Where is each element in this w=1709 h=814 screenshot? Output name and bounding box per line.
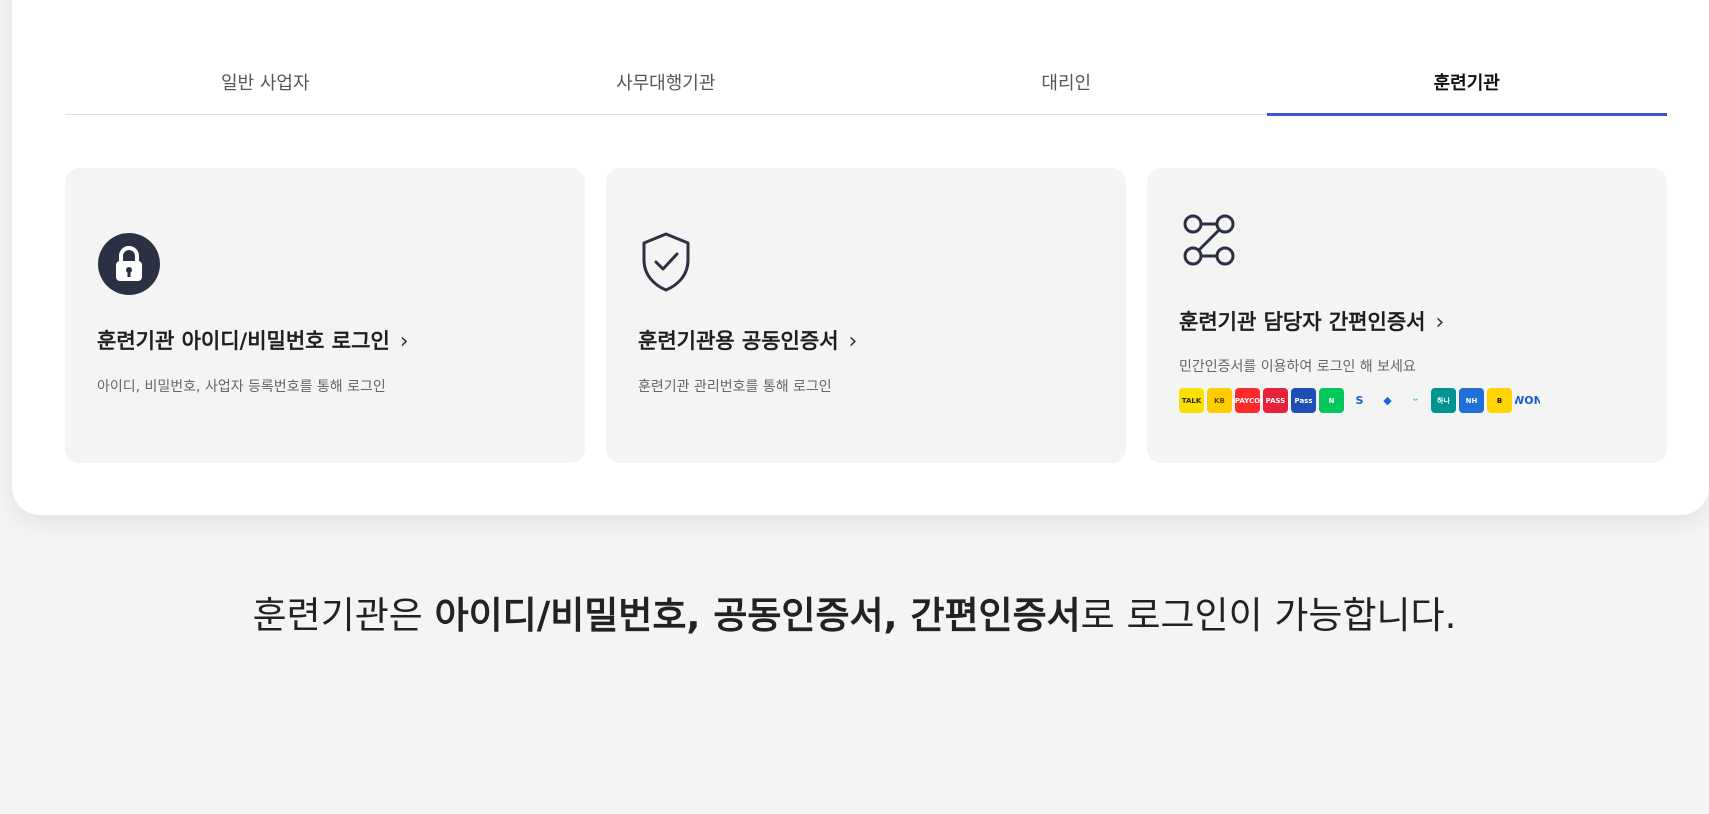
certificate-provider-list: TALK KB PAYCO PASS Pass N S ◆ ᵕ 하나 NH B WON — [1179, 388, 1540, 413]
kb-icon: KB — [1207, 388, 1232, 413]
bank-salad-icon: ᵕ — [1412, 394, 1419, 407]
tab-general-business[interactable]: 일반 사업자 — [65, 62, 466, 114]
tab-training-institution[interactable]: 훈련기관 — [1266, 62, 1668, 116]
connection-icon — [1179, 210, 1239, 274]
card-description: 아이디, 비밀번호, 사업자 등록번호를 통해 로그인 — [97, 379, 386, 395]
tab-agent[interactable]: 대리인 — [866, 62, 1267, 114]
naver-icon: N — [1319, 388, 1344, 413]
card-description: 훈련기관 관리번호를 통해 로그인 — [638, 379, 832, 395]
tab-office-agency[interactable]: 사무대행기관 — [466, 62, 867, 114]
card-simple-certificate-login[interactable]: 훈련기관 담당자 간편인증서 › 민간인증서를 이용하여 로그인 해 보세요 TA… — [1147, 168, 1667, 463]
chevron-right-icon: › — [848, 329, 858, 354]
login-info-text: 훈련기관은 아이디/비밀번호, 공동인증서, 간편인증서로 로그인이 가능합니다… — [252, 594, 1457, 637]
shinhan-icon: S — [1355, 394, 1364, 407]
card-title: 훈련기관용 공동인증서 › — [638, 329, 858, 354]
toss-icon: ◆ — [1383, 394, 1392, 407]
shield-check-icon — [638, 230, 694, 298]
woori-icon: WON — [1515, 394, 1540, 407]
nh-icon: NH — [1459, 388, 1484, 413]
kakao-icon: TALK — [1179, 388, 1204, 413]
user-type-tabs: 일반 사업자 사무대행기관 대리인 훈련기관 — [65, 62, 1668, 116]
banksign-icon: B — [1487, 388, 1512, 413]
card-joint-certificate-login[interactable]: 훈련기관용 공동인증서 › 훈련기관 관리번호를 통해 로그인 — [606, 168, 1126, 463]
hana-icon: 하나 — [1431, 388, 1456, 413]
card-title: 훈련기관 아이디/비밀번호 로그인 › — [97, 329, 409, 354]
card-description: 민간인증서를 이용하여 로그인 해 보세요 — [1179, 359, 1416, 375]
card-id-password-login[interactable]: 훈련기관 아이디/비밀번호 로그인 › 아이디, 비밀번호, 사업자 등록번호를 … — [65, 168, 585, 463]
lock-icon — [97, 232, 161, 300]
samsung-pass-icon: Pass — [1291, 388, 1316, 413]
card-title: 훈련기관 담당자 간편인증서 › — [1179, 310, 1445, 335]
payco-icon: PAYCO — [1235, 388, 1260, 413]
pass-icon: PASS — [1263, 388, 1288, 413]
chevron-right-icon: › — [1435, 310, 1445, 335]
chevron-right-icon: › — [399, 329, 409, 354]
